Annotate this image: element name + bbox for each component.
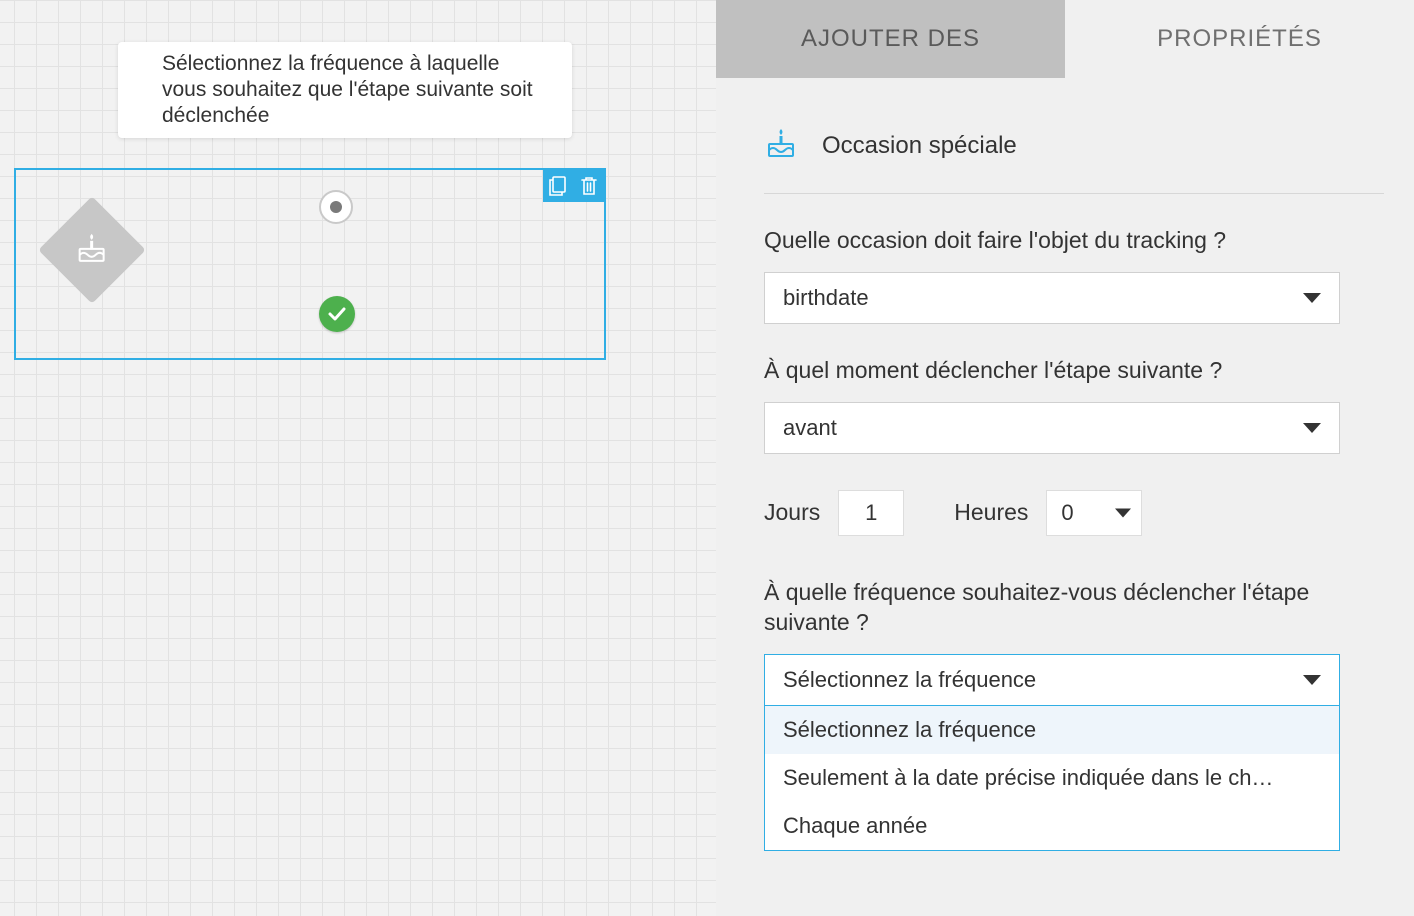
section-title: Occasion spéciale (822, 132, 1017, 160)
tab-properties[interactable]: PROPRIÉTÉS (1065, 0, 1414, 78)
node-toolbar (543, 170, 604, 202)
panel-tabs: AJOUTER DES PROPRIÉTÉS (716, 0, 1414, 78)
cake-icon (764, 126, 798, 165)
properties-panel: AJOUTER DES PROPRIÉTÉS Occasion spéciale… (716, 0, 1414, 916)
chevron-down-icon (1115, 508, 1131, 517)
timing-mode-label: À quel moment déclencher l'étape suivant… (764, 356, 1384, 386)
section-header: Occasion spéciale (764, 126, 1384, 194)
occasion-label: Quelle occasion doit faire l'objet du tr… (764, 226, 1384, 256)
frequency-label: À quelle fréquence souhaitez-vous déclen… (764, 578, 1384, 638)
occasion-select[interactable]: birthdate (764, 272, 1340, 324)
workflow-node-card[interactable]: Sélectionnez la fréquence à laquelle vou… (118, 42, 572, 138)
cake-icon (75, 231, 109, 265)
frequency-option[interactable]: Chaque année (765, 802, 1339, 850)
workflow-canvas[interactable]: Sélectionnez la fréquence à laquelle vou… (0, 0, 716, 916)
occasion-select-value: birthdate (783, 285, 869, 311)
hours-select[interactable]: 0 (1046, 490, 1142, 536)
frequency-select[interactable]: Sélectionnez la fréquence (764, 654, 1340, 706)
days-label: Jours (764, 499, 820, 526)
node-description: Sélectionnez la fréquence à laquelle vou… (162, 51, 544, 130)
status-check-icon (319, 296, 355, 332)
frequency-option[interactable]: Sélectionnez la fréquence (765, 706, 1339, 754)
hours-select-value: 0 (1061, 500, 1073, 526)
node-connector-top[interactable] (319, 190, 353, 224)
frequency-dropdown: Sélectionnez la fréquence Seulement à la… (764, 706, 1340, 851)
hours-label: Heures (954, 499, 1028, 526)
chevron-down-icon (1303, 293, 1321, 303)
tab-add[interactable]: AJOUTER DES (716, 0, 1065, 78)
timing-mode-select[interactable]: avant (764, 402, 1340, 454)
days-input[interactable] (838, 490, 904, 536)
duplicate-icon[interactable] (549, 176, 567, 196)
chevron-down-icon (1303, 675, 1321, 685)
timing-offset-row: Jours Heures 0 (764, 490, 1384, 536)
chevron-down-icon (1303, 423, 1321, 433)
delete-icon[interactable] (580, 176, 598, 196)
timing-mode-select-value: avant (783, 415, 837, 441)
frequency-select-value: Sélectionnez la fréquence (783, 667, 1036, 693)
frequency-option[interactable]: Seulement à la date précise indiquée dan… (765, 754, 1339, 802)
